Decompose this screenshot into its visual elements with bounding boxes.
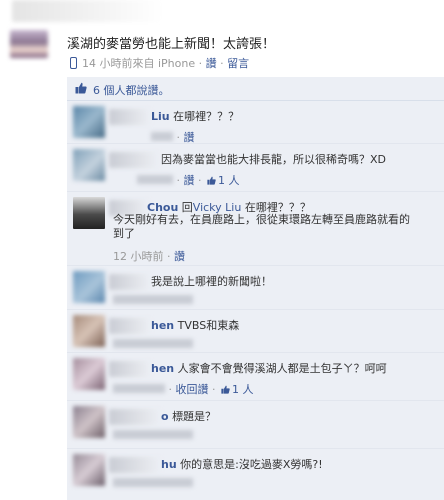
comment: hen 人家會不會覺得溪湖人都是土包子ㄚ？呵呵 · 收回讚 · 1 人 [67,353,444,401]
comment-like-count[interactable]: 1 人 [218,174,240,187]
commenter-name[interactable]: Liu [151,110,170,123]
top-strip [0,0,444,28]
blurred-meta [113,339,193,348]
blurred-name [109,109,151,125]
comment-like-count[interactable]: 1 人 [232,383,254,396]
separator: · [220,57,224,70]
comment-body: 今天剛好有去，在員鹿路上，很從東環路左轉至員鹿路就看的到了 [113,213,410,240]
comment-text: 人家會不會覺得溪湖人都是土包子ㄚ？呵呵 [177,362,387,375]
commenter-avatar[interactable] [73,149,105,181]
post-text: 溪湖的麥當勞也能上新聞！太誇張！ [67,37,276,52]
blurred-name [109,152,159,168]
blurred-time [113,384,165,393]
blurred-name [109,274,151,290]
comment: hu 你的意思是:沒吃過麥X勞嗎?! [67,449,444,500]
thumbs-up-icon [221,385,230,394]
likes-summary: 6 個人都說讚。 [67,77,444,101]
post-author-avatar[interactable] [10,30,48,58]
blurred-name [109,457,161,473]
commenter-name[interactable]: o [161,410,169,423]
thumbs-up-icon [207,176,216,185]
comment-text: 你的意思是:沒吃過麥X勞嗎?! [180,458,323,471]
commenter-avatar[interactable] [73,454,105,486]
comment: Liu 在哪裡？？？ · 讚 [67,101,444,144]
comment-text: 我是說上哪裡的新聞啦！ [151,275,272,288]
comment-time[interactable]: 12 小時前 [113,250,164,263]
blurred-name [109,409,161,425]
commenter-avatar[interactable] [73,271,105,303]
commenter-avatar[interactable] [73,406,105,438]
post-meta: 14 小時前來自 iPhone · 讚 · 留言 [70,55,249,71]
blurred-header [12,0,162,22]
commenter-name[interactable]: hen [151,362,174,375]
blurred-time [151,132,173,141]
comment: o 標題是？ [67,401,444,449]
commenter-avatar[interactable] [73,315,105,347]
comment-like-link[interactable]: 讚 [184,174,195,187]
comment-text: 標題是？ [172,410,217,423]
commenter-name[interactable]: hu [161,458,177,471]
likes-count-link[interactable]: 6 個人都說讚。 [93,82,170,98]
post-like-link[interactable]: 讚 [206,57,217,70]
blurred-meta [113,478,193,487]
comment-text: TVBS和東森 [177,319,240,332]
comment-like-link[interactable]: 讚 [174,250,185,263]
blurred-name [109,318,151,334]
commenter-avatar[interactable] [73,358,105,390]
commenter-avatar[interactable] [73,106,105,138]
commenter-avatar[interactable] [73,197,105,229]
comment-text: 在哪裡？？？ [173,110,240,123]
comment-like-link[interactable]: 讚 [184,131,195,143]
comment-unlike-link[interactable]: 收回讚 [176,383,209,396]
comment: 我是說上哪裡的新聞啦！ [67,266,444,310]
comment: hen TVBS和東森 [67,310,444,353]
comment-text: 因為麥當當也能大排長龍，所以很稀奇嗎？XD [161,153,387,166]
post-time[interactable]: 14 小時前來自 iPhone [82,57,195,70]
blurred-name [109,361,151,377]
comment: Chou 回Vicky Liu 在哪裡？？？ 今天剛好有去，在員鹿路上，很從東環… [67,192,444,266]
blurred-time [137,175,173,184]
mobile-phone-icon [70,57,77,69]
blurred-meta [113,295,193,304]
post-comment-link[interactable]: 留言 [227,57,249,70]
blurred-meta [113,430,193,439]
separator: · [198,57,203,70]
thumbs-up-icon [75,82,87,94]
commenter-name[interactable]: hen [151,319,174,332]
comment: 因為麥當當也能大排長龍，所以很稀奇嗎？XD · 讚 · 1 人 [67,144,444,192]
